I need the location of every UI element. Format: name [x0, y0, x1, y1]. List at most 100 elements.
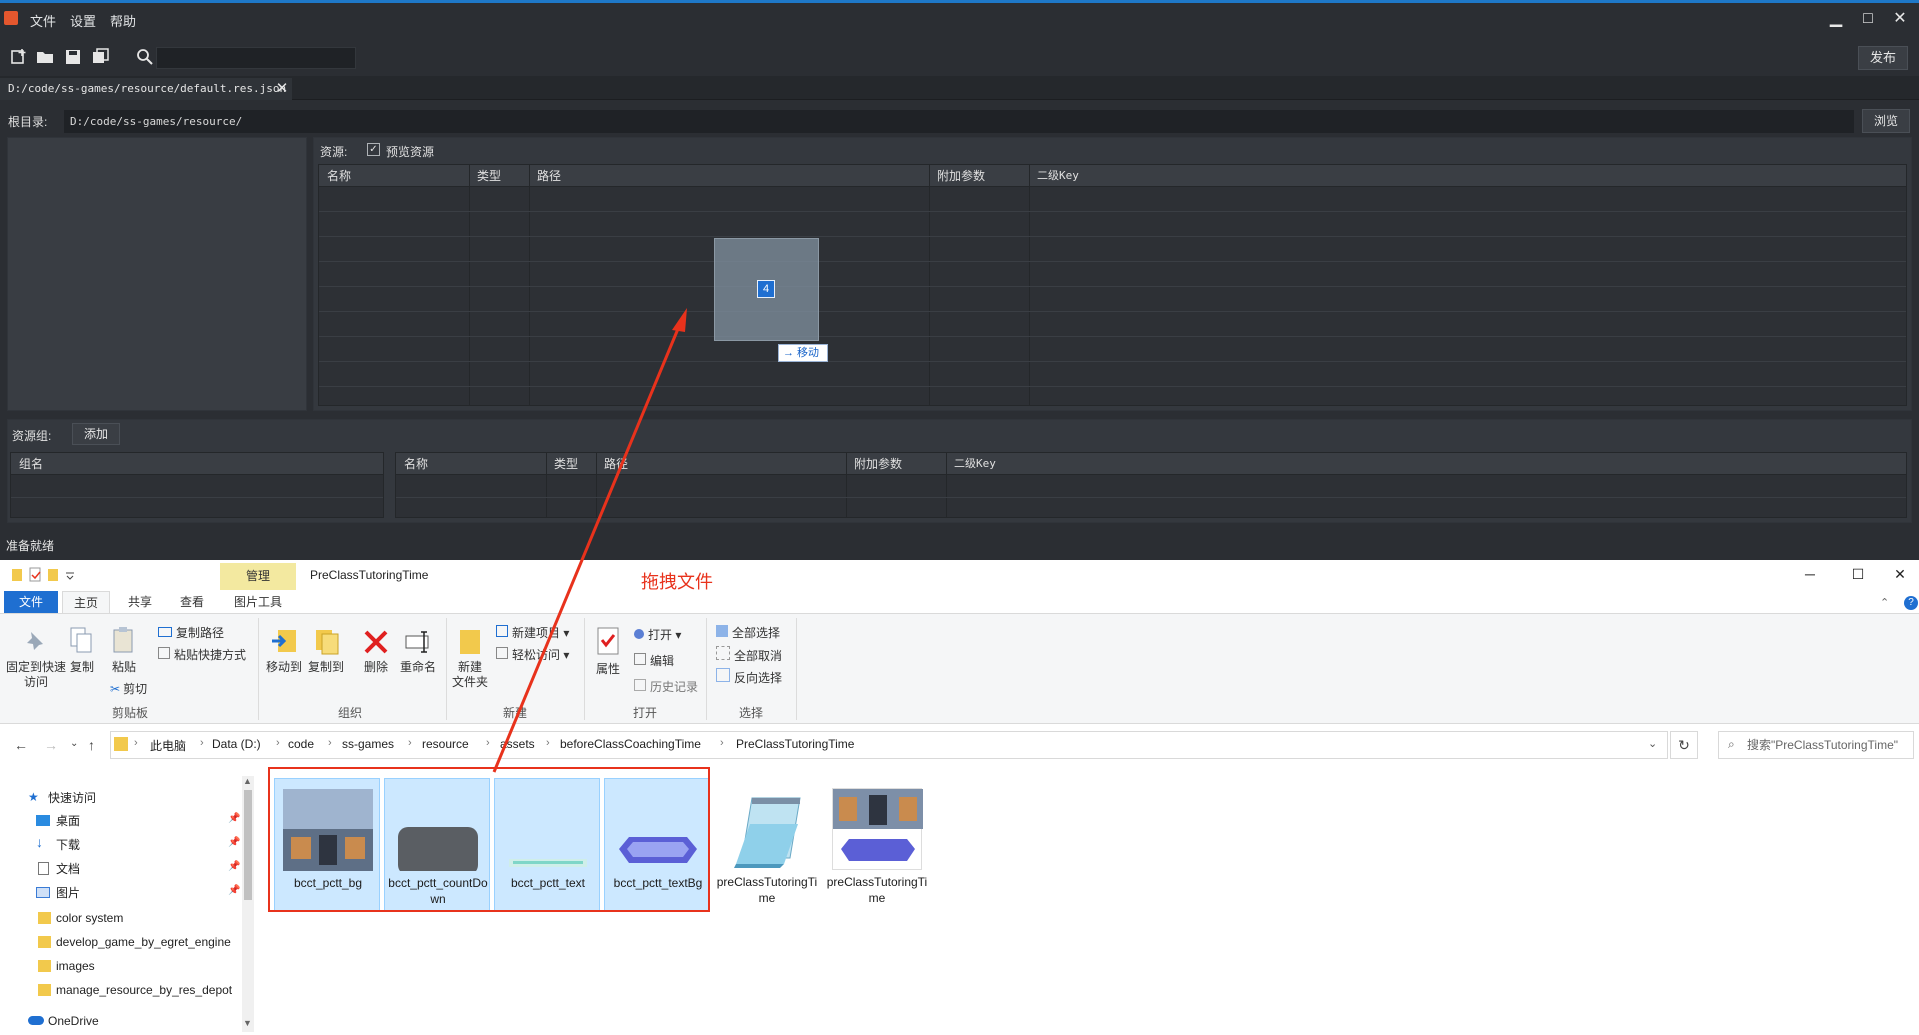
select-group-label: 选择: [738, 706, 763, 720]
col-type[interactable]: 类型: [469, 165, 529, 187]
search-input[interactable]: [156, 47, 356, 69]
up-icon[interactable]: ↑: [88, 737, 95, 753]
select-none-icon: [716, 646, 730, 660]
ribbon-tab-file[interactable]: 文件: [4, 591, 58, 613]
paste-icon[interactable]: [110, 626, 138, 654]
scroll-up-icon[interactable]: ▲: [243, 776, 252, 786]
scroll-down-icon[interactable]: ▼: [243, 1018, 252, 1028]
nav-onedrive[interactable]: OneDrive: [48, 1010, 99, 1032]
pin-icon[interactable]: 📌: [228, 885, 240, 896]
paste-button[interactable]: 粘贴: [104, 660, 144, 675]
breadcrumb-separator: ›: [200, 737, 204, 749]
delete-button[interactable]: 删除: [356, 660, 396, 675]
rename-icon[interactable]: [404, 628, 432, 656]
select-none-button[interactable]: 全部取消: [716, 646, 782, 664]
select-all-button[interactable]: 全部选择: [716, 624, 780, 641]
search-icon[interactable]: [136, 48, 154, 66]
rename-button[interactable]: 重命名: [396, 660, 440, 675]
pin-icon[interactable]: 📌: [228, 837, 240, 848]
address-dropdown-icon[interactable]: ⌄: [1648, 737, 1657, 750]
nav-develop-game[interactable]: develop_game_by_egret_engine: [56, 931, 231, 953]
minimize-icon[interactable]: ▁: [1820, 7, 1852, 31]
col-subkey[interactable]: 二级Key: [1029, 165, 1329, 187]
save-all-icon[interactable]: [92, 48, 110, 66]
maximize-icon[interactable]: □: [1852, 7, 1884, 31]
menu-help[interactable]: 帮助: [110, 11, 136, 30]
file-item[interactable]: preClassTutoringTime: [714, 778, 820, 912]
new-file-icon[interactable]: [10, 48, 28, 66]
minimize-icon[interactable]: ─: [1790, 563, 1830, 585]
pin-icon[interactable]: [22, 628, 50, 656]
publish-button[interactable]: 发布: [1858, 46, 1908, 70]
tab-close-icon[interactable]: ✕: [274, 78, 290, 100]
tab-default-res-json[interactable]: D:/code/ss-games/resource/default.res.js…: [0, 78, 292, 100]
ribbon-tab-home[interactable]: 主页: [62, 591, 110, 613]
move-to-icon[interactable]: [270, 626, 298, 654]
pin-quick-access-button[interactable]: 固定到快速访问: [6, 660, 66, 690]
recent-locations-icon[interactable]: ⌄: [70, 738, 78, 749]
root-dir-input[interactable]: D:/code/ss-games/resource/: [64, 110, 1854, 133]
add-group-button[interactable]: 添加: [72, 423, 120, 445]
ribbon-tab-picture-tools[interactable]: 图片工具: [222, 591, 294, 613]
col-name[interactable]: 名称: [319, 165, 469, 187]
grid-row-line: [319, 236, 1906, 237]
copy-to-button[interactable]: 复制到: [304, 660, 348, 675]
nav-pictures[interactable]: 图片: [56, 882, 80, 904]
copy-icon[interactable]: [68, 626, 96, 654]
pin-icon[interactable]: 📌: [228, 861, 240, 872]
refresh-icon[interactable]: ↻: [1670, 731, 1698, 759]
menu-file[interactable]: 文件: [30, 11, 56, 30]
ribbon-collapse-icon[interactable]: ⌃: [1880, 596, 1889, 609]
nav-quick-access[interactable]: 快速访问: [48, 787, 96, 809]
breadcrumb-ss-games[interactable]: ss-games: [342, 737, 394, 751]
ribbon-tab-view[interactable]: 查看: [168, 591, 216, 613]
copy-path-button[interactable]: 复制路径: [158, 624, 224, 641]
copy-to-icon[interactable]: [312, 626, 340, 655]
pin-icon[interactable]: 📌: [228, 813, 240, 824]
nav-downloads[interactable]: 下载: [56, 834, 80, 856]
file-item[interactable]: preClassTutoringTime: [824, 778, 930, 912]
breadcrumb-data-d[interactable]: Data (D:): [212, 737, 261, 751]
col-params[interactable]: 附加参数: [929, 165, 1029, 187]
ribbon-tab-share[interactable]: 共享: [116, 591, 164, 613]
nav-manage-resource[interactable]: manage_resource_by_res_depot: [56, 979, 240, 1001]
maximize-icon[interactable]: ☐: [1838, 563, 1878, 585]
nav-color-system[interactable]: color system: [56, 907, 123, 929]
manage-context-tab[interactable]: 管理: [220, 563, 296, 590]
paste-shortcut-icon: [158, 647, 170, 659]
close-icon[interactable]: ✕: [1884, 7, 1916, 31]
cut-button[interactable]: ✂ 剪切: [110, 680, 147, 697]
explorer-search-input[interactable]: 搜索"PreClassTutoringTime": [1718, 731, 1914, 759]
open-folder-icon[interactable]: [36, 48, 54, 66]
nav-images[interactable]: images: [56, 955, 95, 977]
breadcrumb-resource[interactable]: resource: [422, 737, 469, 751]
file-name: preClassTutoringTime: [716, 875, 818, 905]
forward-icon[interactable]: →: [44, 737, 58, 753]
breadcrumb-current[interactable]: PreClassTutoringTime: [736, 737, 854, 751]
col-subkey[interactable]: 二级Key: [946, 453, 1246, 475]
move-to-button[interactable]: 移动到: [262, 660, 306, 675]
col-params[interactable]: 附加参数: [846, 453, 946, 475]
close-icon[interactable]: ✕: [1880, 563, 1919, 585]
nav-documents[interactable]: 文档: [56, 858, 80, 880]
nav-desktop[interactable]: 桌面: [56, 810, 80, 832]
preview-checkbox[interactable]: ✓: [367, 143, 380, 156]
breadcrumb-separator: ›: [276, 737, 280, 749]
breadcrumb-this-pc[interactable]: 此电脑: [150, 737, 186, 754]
copy-button[interactable]: 复制: [62, 660, 102, 675]
grid-divider: [846, 453, 847, 517]
save-icon[interactable]: [64, 48, 82, 66]
paste-shortcut-button[interactable]: 粘贴快捷方式: [158, 646, 246, 663]
menu-settings[interactable]: 设置: [70, 11, 96, 30]
back-icon[interactable]: ←: [14, 737, 28, 753]
nav-scrollbar-thumb[interactable]: [244, 790, 252, 900]
col-group-name[interactable]: 组名: [11, 453, 211, 475]
delete-icon[interactable]: [362, 628, 390, 656]
browse-button[interactable]: 浏览: [1862, 109, 1910, 133]
invert-selection-button[interactable]: 反向选择: [716, 668, 782, 686]
col-path[interactable]: 路径: [529, 165, 929, 187]
help-icon[interactable]: ?: [1904, 596, 1918, 610]
breadcrumb-code[interactable]: code: [288, 737, 314, 751]
group-table[interactable]: 组名: [10, 452, 384, 518]
select-none-label: 全部取消: [734, 649, 783, 663]
